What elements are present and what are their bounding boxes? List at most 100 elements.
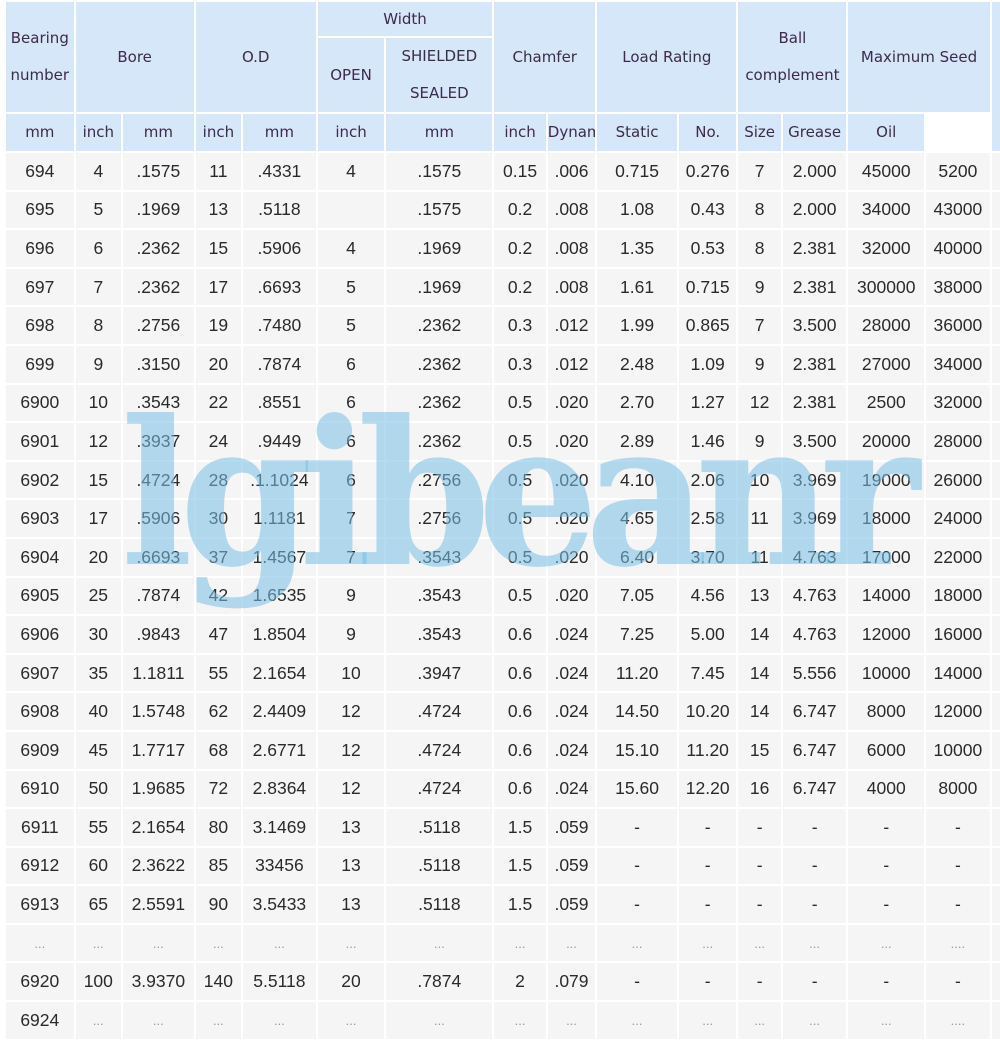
bearing-number-cell: 6904 bbox=[6, 538, 74, 576]
table-cell: .5118 bbox=[386, 886, 493, 923]
table-cell: 19 bbox=[195, 307, 242, 344]
table-cell: 80 bbox=[195, 809, 242, 846]
table-cell: ... bbox=[75, 1002, 122, 1039]
subheader-no: No. bbox=[678, 114, 737, 151]
table-cell: 2.06 bbox=[678, 461, 737, 499]
table-cell: 3.969 bbox=[782, 461, 847, 499]
bearing-number-cell: 699 bbox=[6, 345, 74, 383]
table-cell: 12 bbox=[317, 770, 385, 808]
table-cell: .3543 bbox=[386, 616, 493, 653]
table-cell: 37 bbox=[195, 538, 242, 576]
table-cell: 1.27 bbox=[678, 384, 737, 422]
table-cell: .059 bbox=[547, 809, 596, 846]
table-row: 6901 12.3937 24.9449 6.2362 0.5.020 2.89 1.46 9… bbox=[6, 423, 1000, 460]
bearing-number-cell: 6924 bbox=[6, 1002, 74, 1039]
subheader-inch: inch bbox=[75, 114, 122, 151]
header-chamfer: Chamfer bbox=[494, 2, 596, 112]
extra-cell bbox=[991, 731, 1000, 769]
table-cell: .1969 bbox=[386, 268, 493, 306]
table-cell: 1.4567 bbox=[243, 538, 316, 576]
table-cell: 24 bbox=[195, 423, 242, 460]
table-cell: - bbox=[926, 886, 990, 923]
table-cell: 15.60 bbox=[597, 770, 677, 808]
table-cell: 1.7717 bbox=[123, 731, 194, 769]
table-row: 6904 20.6693 37 1.4567 7.3543 0.5.020 6.40 3.70… bbox=[6, 538, 1000, 576]
table-cell: 2 bbox=[494, 963, 546, 1001]
table-row: 6912 60 2.3622 85 33456 13.5118 1.5.059- - - - - - bbox=[6, 847, 1000, 885]
header-width: Width bbox=[317, 2, 493, 36]
table-cell: 13 bbox=[738, 577, 781, 615]
table-cell: .4724 bbox=[386, 693, 493, 730]
table-row: 6900 10.3543 22.8551 6.2362 0.5.020 2.70 1.27 1… bbox=[6, 384, 1000, 422]
table-cell: 13 bbox=[195, 191, 242, 229]
table-cell: .... bbox=[926, 1002, 990, 1039]
table-cell: ... bbox=[547, 924, 596, 962]
bearing-number-cell: 6911 bbox=[6, 809, 74, 846]
table-cell: 15 bbox=[195, 230, 242, 267]
table-cell: 0.3 bbox=[494, 345, 546, 383]
table-cell: .3543 bbox=[386, 538, 493, 576]
table-cell: .1575 bbox=[386, 153, 493, 190]
table-cell: 3.70 bbox=[678, 538, 737, 576]
table-cell: 100 bbox=[75, 963, 122, 1001]
table-row: ........................................… bbox=[6, 924, 1000, 962]
table-cell: 4.10 bbox=[597, 461, 677, 499]
table-cell: .1575 bbox=[386, 191, 493, 229]
table-cell: 20 bbox=[317, 963, 385, 1001]
table-cell: .059 bbox=[547, 886, 596, 923]
table-cell: 7 bbox=[317, 500, 385, 537]
table-cell: .3543 bbox=[386, 577, 493, 615]
table-cell: ... bbox=[678, 924, 737, 962]
table-cell: 7 bbox=[738, 153, 781, 190]
table-cell: 3.5433 bbox=[243, 886, 316, 923]
table-cell: .024 bbox=[547, 693, 596, 730]
table-cell: 0.53 bbox=[678, 230, 737, 267]
table-cell: 22 bbox=[195, 384, 242, 422]
table-cell: ... bbox=[848, 924, 925, 962]
table-cell: .6693 bbox=[123, 538, 194, 576]
table-cell: 20 bbox=[75, 538, 122, 576]
extra-cell bbox=[991, 538, 1000, 576]
header-open: OPEN bbox=[317, 38, 385, 112]
table-row: 697 7.2362 17.6693 5.1969 0.2.008 1.61 0.715 9 2… bbox=[6, 268, 1000, 306]
header-extra bbox=[991, 2, 1000, 151]
table-cell: .5906 bbox=[123, 500, 194, 537]
table-cell: 18000 bbox=[926, 577, 990, 615]
table-cell: ... bbox=[738, 1002, 781, 1039]
subheader-oil: Oil bbox=[848, 114, 925, 151]
table-row: 6910 50 1.9685 72 2.8364 12.4724 0.6.024 15.60 1… bbox=[6, 770, 1000, 808]
table-cell: 5.00 bbox=[678, 616, 737, 653]
extra-cell bbox=[991, 924, 1000, 962]
table-cell: - bbox=[848, 847, 925, 885]
table-row: 6924....................................… bbox=[6, 1002, 1000, 1039]
extra-cell bbox=[991, 153, 1000, 190]
table-row: 695 5.1969 13.5118 .1575 0.2.008 1.08 0.43 8 2.0… bbox=[6, 191, 1000, 229]
table-cell: .020 bbox=[547, 538, 596, 576]
table-cell: 5.556 bbox=[782, 654, 847, 692]
table-cell: 11 bbox=[195, 153, 242, 190]
header-maximum-seed: Maximum Seed bbox=[848, 2, 990, 112]
table-cell: 90 bbox=[195, 886, 242, 923]
table-cell: .7874 bbox=[386, 963, 493, 1001]
table-cell: 1.1181 bbox=[243, 500, 316, 537]
table-cell: .020 bbox=[547, 423, 596, 460]
table-cell: 4 bbox=[75, 153, 122, 190]
table-cell: 16 bbox=[738, 770, 781, 808]
extra-cell bbox=[991, 963, 1000, 1001]
table-cell: .1969 bbox=[386, 230, 493, 267]
table-cell: 20000 bbox=[848, 423, 925, 460]
table-cell: .5118 bbox=[386, 847, 493, 885]
table-cell: .9449 bbox=[243, 423, 316, 460]
table-cell: ... bbox=[195, 924, 242, 962]
table-cell: 32000 bbox=[848, 230, 925, 267]
table-row: 699 9.3150 20.7874 6.2362 0.3.012 2.48 1.09 9 2.… bbox=[6, 345, 1000, 383]
table-cell: ... bbox=[317, 1002, 385, 1039]
table-cell: ... bbox=[678, 1002, 737, 1039]
table-cell: .5906 bbox=[243, 230, 316, 267]
table-cell: 65 bbox=[75, 886, 122, 923]
table-cell: - bbox=[678, 963, 737, 1001]
table-cell: ... bbox=[386, 924, 493, 962]
table-cell: 40 bbox=[75, 693, 122, 730]
table-cell: 34000 bbox=[926, 345, 990, 383]
table-cell: 0.865 bbox=[678, 307, 737, 344]
